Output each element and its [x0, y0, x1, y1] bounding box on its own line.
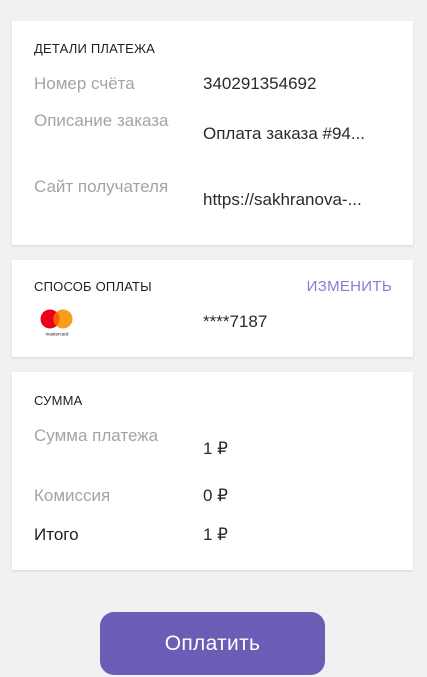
order-description-label: Описание заказа [34, 111, 169, 130]
payment-method-card: СПОСОБ ОПЛАТЫ ИЗМЕНИТЬ mastercard ****71… [12, 260, 413, 357]
card-number-masked: ****7187 [203, 312, 268, 331]
recipient-site-label: Сайт получателя [34, 177, 169, 196]
pay-button[interactable]: Оплатить [100, 612, 325, 675]
total-value: 1 ₽ [203, 525, 228, 544]
sum-title: СУММА [34, 393, 83, 408]
fee-label: Комиссия [34, 486, 111, 505]
payment-amount-label: Сумма платежа [34, 426, 159, 445]
mastercard-icon: mastercard [40, 309, 73, 337]
sum-card: СУММА Сумма платежа 1 ₽ Комиссия 0 ₽ Ито… [12, 372, 413, 570]
change-payment-method-link[interactable]: ИЗМЕНИТЬ [307, 278, 392, 295]
account-number-value: 340291354692 [203, 74, 317, 93]
payment-amount-value: 1 ₽ [203, 439, 228, 458]
payment-method-title: СПОСОБ ОПЛАТЫ [34, 279, 152, 294]
payment-details-card: ДЕТАЛИ ПЛАТЕЖА Номер счёта 340291354692 … [12, 21, 413, 245]
total-label: Итого [34, 525, 79, 544]
mastercard-wordmark: mastercard [46, 332, 69, 337]
fee-value: 0 ₽ [203, 486, 228, 505]
order-description-value: Оплата заказа #94... [203, 124, 366, 143]
payment-details-title: ДЕТАЛИ ПЛАТЕЖА [34, 41, 156, 56]
recipient-site-value: https://sakhranova-... [203, 190, 362, 209]
account-number-label: Номер счёта [34, 74, 135, 93]
